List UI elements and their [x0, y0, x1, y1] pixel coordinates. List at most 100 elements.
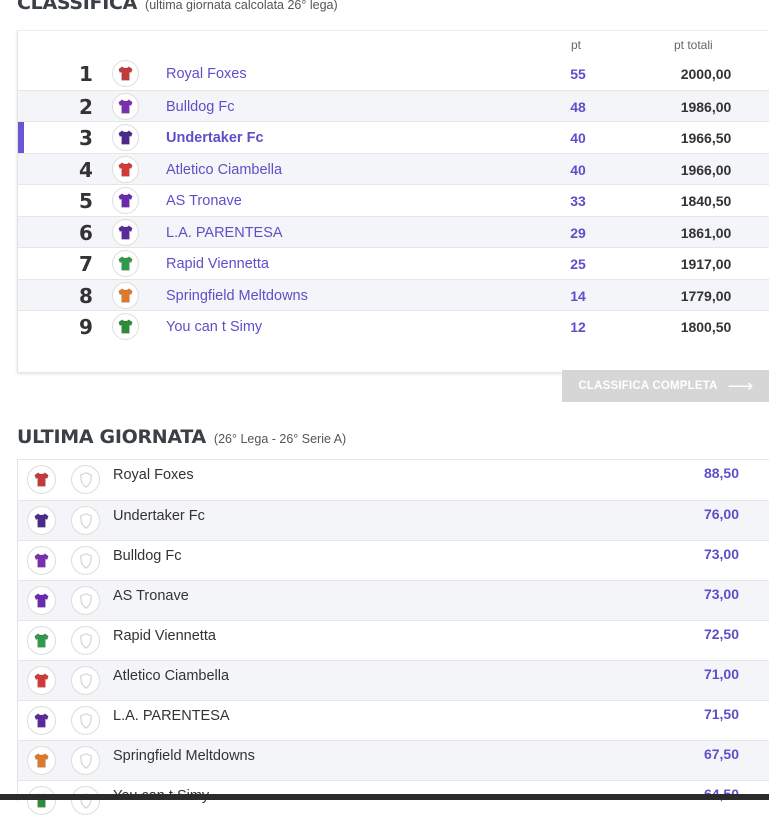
team-points: 48 — [570, 98, 586, 115]
team-name-link[interactable]: L.A. PARENTESA — [166, 225, 283, 241]
taskbar — [0, 794, 769, 800]
result-score: 67,50 — [703, 746, 739, 762]
rank-number: 9 — [79, 315, 93, 339]
result-team-name: Springfield Meltdowns — [113, 748, 255, 764]
team-points: 29 — [570, 224, 586, 241]
result-team-name: Bulldog Fc — [113, 548, 182, 564]
result-score: 73,00 — [703, 586, 739, 602]
crest-icon — [71, 546, 100, 575]
team-points: 33 — [570, 193, 586, 209]
team-name-link[interactable]: Springfield Meltdowns — [166, 288, 308, 304]
team-name-link[interactable]: Royal Foxes — [166, 66, 247, 82]
result-row[interactable]: Bulldog Fc 73,00 — [18, 540, 769, 580]
standings-row[interactable]: 4 Atletico Ciambella 40 1966,00 — [18, 152, 769, 185]
team-shirt-icon — [27, 626, 56, 655]
standings-row[interactable]: 3 Undertaker Fc 40 1966,50 — [18, 121, 769, 153]
last-round-title: ULTIMA GIORNATA (26° Lega - 26° Serie A) — [17, 426, 347, 448]
team-shirt-icon — [27, 786, 56, 815]
rank-number: 3 — [79, 126, 93, 150]
rank-number: 6 — [79, 220, 93, 245]
green-shirt-icon — [112, 313, 139, 340]
crest-icon — [71, 506, 100, 535]
team-points: 40 — [570, 130, 586, 146]
team-name-link[interactable]: AS Tronave — [166, 193, 242, 209]
rank-number: 7 — [79, 252, 93, 276]
team-points: 12 — [570, 319, 586, 335]
purple-yellow-shirt-icon — [112, 92, 139, 120]
result-score: 71,50 — [703, 706, 739, 722]
result-team-name: AS Tronave — [113, 588, 189, 604]
team-name-link[interactable]: Undertaker Fc — [166, 130, 264, 146]
team-total-points: 2000,00 — [680, 66, 732, 82]
result-score: 72,50 — [703, 626, 739, 642]
standings-row[interactable]: 1 Royal Foxes 55 2000,00 — [18, 58, 769, 89]
team-points: 14 — [570, 287, 586, 304]
team-total-points: 1800,50 — [680, 319, 732, 335]
standings-row[interactable]: 7 Rapid Viennetta 25 1917,00 — [18, 247, 769, 279]
team-total-points: 1966,50 — [680, 130, 732, 146]
rank-number: 2 — [79, 94, 93, 119]
team-shirt-icon — [27, 706, 56, 735]
full-standings-button[interactable]: CLASSIFICA COMPLETA ⟶ — [562, 370, 769, 402]
crest-icon — [71, 786, 100, 815]
team-name-link[interactable]: Rapid Viennetta — [166, 256, 269, 272]
standings-row[interactable]: 8 Springfield Meltdowns 14 1779,00 — [18, 278, 769, 311]
team-total-points: 1917,00 — [680, 256, 732, 272]
standings-row[interactable]: 5 AS Tronave 33 1840,50 — [18, 184, 769, 216]
orange-purple-shirt-icon — [112, 281, 139, 309]
purple-shirt-icon — [112, 218, 139, 246]
result-row[interactable]: Rapid Viennetta 72,50 — [18, 620, 769, 660]
team-total-points: 1861,00 — [680, 224, 732, 241]
result-team-name: Royal Foxes — [113, 467, 194, 483]
crest-icon — [71, 666, 100, 695]
result-row[interactable]: L.A. PARENTESA 71,50 — [18, 700, 769, 740]
team-points: 25 — [570, 256, 586, 272]
rank-number: 5 — [79, 189, 93, 213]
dark-purple-shirt-icon — [112, 124, 139, 151]
last-round-subtitle: (26° Lega - 26° Serie A) — [213, 432, 347, 446]
team-total-points: 1966,00 — [680, 161, 732, 178]
rank-number: 4 — [79, 157, 93, 182]
team-total-points: 1986,00 — [680, 98, 732, 115]
rank-number: 1 — [79, 62, 93, 86]
result-team-name: Undertaker Fc — [113, 508, 205, 524]
team-name-link[interactable]: Atletico Ciambella — [166, 162, 282, 178]
result-score: 88,50 — [703, 465, 739, 481]
crest-icon — [71, 626, 100, 655]
crest-icon — [71, 465, 100, 494]
result-row[interactable]: You can t Simy64,50 — [18, 780, 769, 820]
team-name-link[interactable]: You can t Simy — [166, 319, 262, 335]
standings-subtitle: (ultima giornata calcolata 26° lega) — [145, 0, 338, 12]
result-row[interactable]: Springfield Meltdowns 67,50 — [18, 740, 769, 780]
standings-card: pt pt totali 1 Royal Foxes 55 2000,00 2 Bulld… — [17, 30, 769, 402]
last-round-card: Royal Foxes 88,50 Undertaker Fc 76,00 Bulldo… — [17, 459, 769, 815]
standings-title: CLASSIFICA (ultima giornata calcolata 26°… — [17, 0, 338, 14]
team-name-link[interactable]: Bulldog Fc — [166, 99, 235, 115]
result-row[interactable]: Undertaker Fc 76,00 — [18, 500, 769, 540]
team-shirt-icon — [27, 746, 56, 775]
arrow-right-icon: ⟶ — [727, 375, 754, 396]
result-row[interactable]: Atletico Ciambella 71,00 — [18, 660, 769, 700]
result-score: 73,00 — [703, 546, 739, 562]
team-total-points: 1840,50 — [680, 193, 732, 209]
result-team-name: Atletico Ciambella — [113, 668, 230, 684]
team-total-points: 1779,00 — [680, 287, 732, 304]
standings-row[interactable]: 9 You can t Simy 12 1800,50 — [18, 310, 769, 342]
team-shirt-icon — [27, 666, 56, 695]
result-score: 71,00 — [703, 666, 739, 682]
result-team-name: Rapid Viennetta — [113, 628, 216, 644]
result-score: 76,00 — [703, 506, 739, 522]
pt-total-column-header: pt totali — [674, 38, 713, 52]
standings-row[interactable]: 6 L.A. PARENTESA 29 1861,00 — [18, 215, 769, 248]
red-white-shirt-icon — [112, 155, 139, 183]
team-shirt-icon — [27, 546, 56, 575]
result-row[interactable]: Royal Foxes 88,50 — [18, 460, 769, 499]
team-shirt-icon — [27, 506, 56, 535]
standings-row[interactable]: 2 Bulldog Fc 48 1986,00 — [18, 89, 769, 122]
crest-icon — [71, 706, 100, 735]
purple-shirt-icon — [112, 187, 139, 214]
pt-column-header: pt — [571, 38, 582, 52]
team-shirt-icon — [27, 465, 56, 494]
result-row[interactable]: AS Tronave 73,00 — [18, 580, 769, 620]
result-team-name: L.A. PARENTESA — [113, 708, 230, 724]
